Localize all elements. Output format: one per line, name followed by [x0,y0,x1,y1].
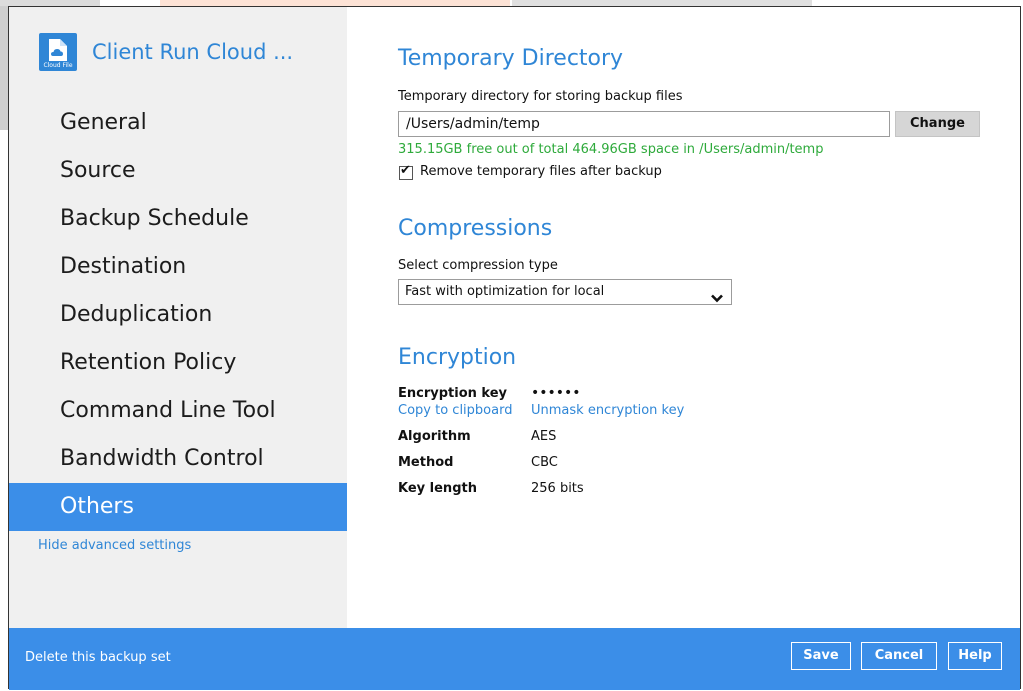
backup-settings-window: Cloud File Client Run Cloud ... General … [8,6,1021,690]
background-window-edge [0,6,8,130]
sidebar-item-retention-policy[interactable]: Retention Policy [9,339,347,387]
sidebar-item-destination[interactable]: Destination [9,243,347,291]
temp-dir-field-label: Temporary directory for storing backup f… [398,89,683,104]
sidebar-nav: General Source Backup Schedule Destinati… [9,99,347,531]
app-title: Client Run Cloud ... [92,40,294,64]
app-header: Cloud File Client Run Cloud ... [39,33,293,71]
compression-selected-value: Fast with optimization for local [405,284,605,299]
delete-backup-set-link[interactable]: Delete this backup set [25,650,171,665]
remove-temp-files-label[interactable]: Remove temporary files after backup [420,164,662,179]
change-button[interactable]: Change [895,111,980,137]
compressions-heading: Compressions [398,216,553,241]
copy-to-clipboard-link[interactable]: Copy to clipboard [398,403,512,418]
sidebar-item-bandwidth-control[interactable]: Bandwidth Control [9,435,347,483]
algorithm-label: Algorithm [398,429,471,444]
chevron-down-icon [711,288,723,312]
free-space-status: 315.15GB free out of total 464.96GB spac… [398,142,824,157]
cloud-file-logo-icon: Cloud File [39,33,77,71]
sidebar-item-general[interactable]: General [9,99,347,147]
temp-dir-path-input[interactable]: /Users/admin/temp [398,111,890,137]
encryption-key-label: Encryption key [398,386,508,401]
compression-field-label: Select compression type [398,258,558,273]
method-value: CBC [531,455,558,470]
help-button[interactable]: Help [948,642,1002,670]
method-label: Method [398,455,454,470]
unmask-encryption-key-link[interactable]: Unmask encryption key [531,403,684,418]
footer-bar: Delete this backup set Save Cancel Help [9,628,1020,690]
sidebar: Cloud File Client Run Cloud ... General … [9,7,347,628]
logo-text: Cloud File [43,62,73,69]
hide-advanced-settings-link[interactable]: Hide advanced settings [38,538,191,553]
encryption-heading: Encryption [398,345,517,370]
save-button[interactable]: Save [791,642,851,670]
sidebar-item-backup-schedule[interactable]: Backup Schedule [9,195,347,243]
key-length-value: 256 bits [531,481,584,496]
key-length-label: Key length [398,481,477,496]
sidebar-item-command-line-tool[interactable]: Command Line Tool [9,387,347,435]
remove-temp-files-checkbox[interactable]: ✔ [399,163,413,180]
sidebar-item-source[interactable]: Source [9,147,347,195]
algorithm-value: AES [531,429,557,444]
checkmark-icon: ✔ [400,163,411,178]
sidebar-item-deduplication[interactable]: Deduplication [9,291,347,339]
compression-type-select[interactable]: Fast with optimization for local [398,279,732,305]
encryption-key-masked: •••••• [531,385,581,401]
sidebar-item-others[interactable]: Others [9,483,347,531]
temporary-directory-heading: Temporary Directory [398,46,624,71]
cancel-button[interactable]: Cancel [861,642,937,670]
